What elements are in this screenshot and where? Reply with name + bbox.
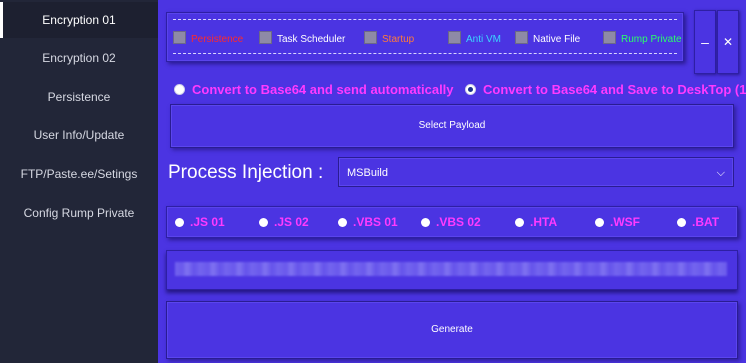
- checkbox-persistence[interactable]: Persistence: [173, 31, 243, 45]
- radio-convert-send-auto[interactable]: Convert to Base64 and send automatically: [174, 82, 454, 97]
- radio-dot[interactable]: [677, 218, 686, 227]
- radio-dot[interactable]: [175, 218, 184, 227]
- checkbox-anti-vm[interactable]: Anti VM: [448, 31, 501, 45]
- radio-dot[interactable]: [259, 218, 268, 227]
- generate-button[interactable]: Generate: [166, 301, 738, 359]
- output-field-redacted[interactable]: [166, 250, 738, 290]
- select-payload-button[interactable]: Select Payload: [170, 104, 734, 148]
- radio-dot-selected[interactable]: [465, 84, 476, 95]
- checkbox-label: Rump Private: [621, 34, 682, 45]
- radio-ext-vbs01[interactable]: .VBS 01: [338, 215, 398, 229]
- radio-ext-js01[interactable]: .JS 01: [175, 215, 225, 229]
- checkbox-box[interactable]: [173, 31, 186, 44]
- chevron-down-icon: ⌵: [716, 167, 725, 179]
- extension-radio-panel: .JS 01 .JS 02 .VBS 01 .VBS 02 .HTA .WSF …: [166, 206, 738, 238]
- radio-label: .VBS 02: [436, 215, 481, 229]
- radio-dot[interactable]: [515, 218, 524, 227]
- options-checkbox-panel: Persistence Task Scheduler Startup Anti …: [166, 12, 684, 62]
- radio-label: .VBS 01: [353, 215, 398, 229]
- checkbox-label: Persistence: [191, 34, 244, 45]
- radio-dot[interactable]: [421, 218, 430, 227]
- checkbox-label: Anti VM: [466, 34, 502, 45]
- checkbox-rump-private[interactable]: Rump Private: [603, 31, 682, 45]
- radio-ext-hta[interactable]: .HTA: [515, 215, 557, 229]
- radio-dot[interactable]: [338, 218, 347, 227]
- checkbox-label: Startup: [382, 34, 415, 45]
- checkbox-native-file[interactable]: Native File: [515, 31, 580, 45]
- radio-dot[interactable]: [595, 218, 604, 227]
- radio-dot[interactable]: [174, 84, 185, 95]
- sidebar-item-ftp-paste-settings[interactable]: FTP/Paste.ee/Setings: [0, 156, 158, 192]
- radio-ext-wsf[interactable]: .WSF: [595, 215, 640, 229]
- radio-label: .JS 02: [274, 215, 309, 229]
- app-window: Encryption 01 Encryption 02 Persistence …: [0, 0, 746, 363]
- sidebar-item-persistence[interactable]: Persistence: [0, 79, 158, 115]
- sidebar-item-encryption-02[interactable]: Encryption 02: [0, 40, 158, 76]
- redacted-blur: [175, 262, 727, 276]
- radio-label: .JS 01: [190, 215, 225, 229]
- process-injection-label: Process Injection :: [168, 162, 324, 183]
- radio-ext-js02[interactable]: .JS 02: [259, 215, 309, 229]
- sidebar-item-config-rump-private[interactable]: Config Rump Private: [0, 195, 158, 231]
- checkbox-box[interactable]: [448, 31, 461, 44]
- checkbox-box[interactable]: [259, 31, 272, 44]
- checkbox-startup[interactable]: Startup: [364, 31, 414, 45]
- main-panel: Persistence Task Scheduler Startup Anti …: [158, 0, 746, 363]
- checkbox-task-scheduler[interactable]: Task Scheduler: [259, 31, 345, 45]
- radio-label: .WSF: [610, 215, 640, 229]
- sidebar: Encryption 01 Encryption 02 Persistence …: [0, 0, 158, 363]
- radio-ext-bat[interactable]: .BAT: [677, 215, 719, 229]
- divider-bottom: [173, 53, 677, 54]
- radio-label: .HTA: [530, 215, 558, 229]
- process-injection-value: MSBuild: [347, 167, 388, 179]
- checkbox-label: Task Scheduler: [277, 34, 346, 45]
- checkbox-box[interactable]: [364, 31, 377, 44]
- radio-ext-vbs02[interactable]: .VBS 02: [421, 215, 481, 229]
- radio-label: .BAT: [692, 215, 720, 229]
- sidebar-item-encryption-01[interactable]: Encryption 01: [0, 2, 158, 38]
- sidebar-item-user-info-update[interactable]: User Info/Update: [0, 117, 158, 153]
- checkbox-box[interactable]: [515, 31, 528, 44]
- checkbox-box[interactable]: [603, 31, 616, 44]
- close-button[interactable]: ✕: [717, 10, 739, 74]
- minimize-button[interactable]: –: [694, 10, 716, 74]
- checkbox-label: Native File: [533, 34, 581, 45]
- radio-label: Convert to Base64 and send automatically: [192, 82, 454, 97]
- process-injection-select[interactable]: MSBuild ⌵: [338, 157, 734, 187]
- radio-convert-save-desktop[interactable]: Convert to Base64 and Save to DeskTop (1: [465, 82, 746, 97]
- radio-label: Convert to Base64 and Save to DeskTop (1: [483, 82, 746, 97]
- divider-top: [173, 19, 677, 20]
